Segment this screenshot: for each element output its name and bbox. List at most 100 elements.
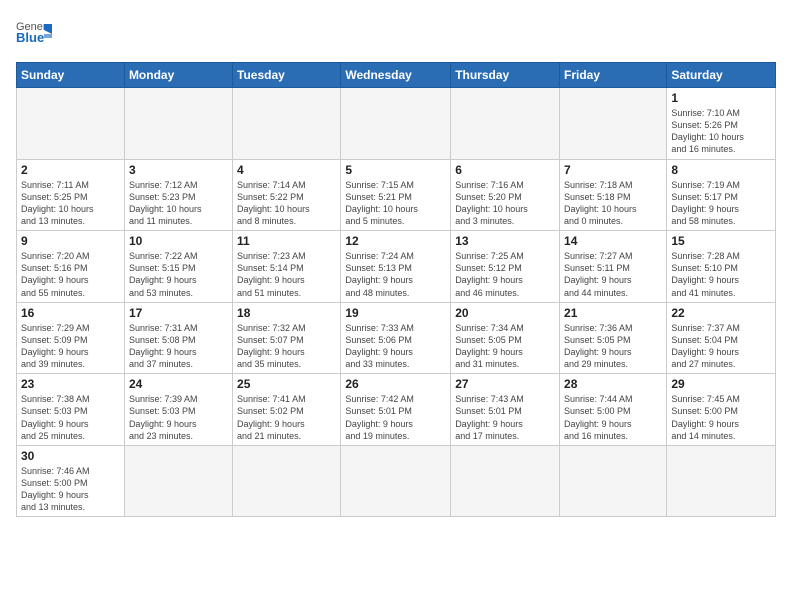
- calendar-cell: [667, 445, 776, 517]
- day-number: 10: [129, 234, 228, 248]
- calendar-cell: 14 Sunrise: 7:27 AM Sunset: 5:11 PM Dayli…: [560, 231, 667, 303]
- day-number: 25: [237, 377, 336, 391]
- day-info: Sunrise: 7:29 AM Sunset: 5:09 PM Dayligh…: [21, 322, 120, 371]
- calendar-cell: 13 Sunrise: 7:25 AM Sunset: 5:12 PM Dayli…: [451, 231, 560, 303]
- day-number: 5: [345, 163, 446, 177]
- weekday-header-saturday: Saturday: [667, 63, 776, 88]
- calendar-cell: [124, 88, 232, 160]
- day-info: Sunrise: 7:10 AM Sunset: 5:26 PM Dayligh…: [671, 107, 771, 156]
- calendar-cell: 29 Sunrise: 7:45 AM Sunset: 5:00 PM Dayli…: [667, 374, 776, 446]
- calendar-cell: 3 Sunrise: 7:12 AM Sunset: 5:23 PM Daylig…: [124, 159, 232, 231]
- weekday-header-sunday: Sunday: [17, 63, 125, 88]
- calendar-cell: 9Sunrise: 7:20 AM Sunset: 5:16 PM Daylig…: [17, 231, 125, 303]
- calendar-cell: 22 Sunrise: 7:37 AM Sunset: 5:04 PM Dayli…: [667, 302, 776, 374]
- day-number: 26: [345, 377, 446, 391]
- day-info: Sunrise: 7:15 AM Sunset: 5:21 PM Dayligh…: [345, 179, 446, 228]
- day-number: 30: [21, 449, 120, 463]
- day-info: Sunrise: 7:28 AM Sunset: 5:10 PM Dayligh…: [671, 250, 771, 299]
- day-number: 22: [671, 306, 771, 320]
- day-number: 20: [455, 306, 555, 320]
- calendar-cell: [17, 88, 125, 160]
- day-number: 2: [21, 163, 120, 177]
- week-row-4: 23 Sunrise: 7:38 AM Sunset: 5:03 PM Dayli…: [17, 374, 776, 446]
- calendar-cell: [451, 88, 560, 160]
- calendar-cell: [560, 88, 667, 160]
- week-row-0: 1Sunrise: 7:10 AM Sunset: 5:26 PM Daylig…: [17, 88, 776, 160]
- day-info: Sunrise: 7:45 AM Sunset: 5:00 PM Dayligh…: [671, 393, 771, 442]
- day-number: 17: [129, 306, 228, 320]
- week-row-3: 16 Sunrise: 7:29 AM Sunset: 5:09 PM Dayli…: [17, 302, 776, 374]
- day-number: 24: [129, 377, 228, 391]
- calendar-cell: 28 Sunrise: 7:44 AM Sunset: 5:00 PM Dayli…: [560, 374, 667, 446]
- calendar-table: SundayMondayTuesdayWednesdayThursdayFrid…: [16, 62, 776, 517]
- week-row-1: 2 Sunrise: 7:11 AM Sunset: 5:25 PM Daylig…: [17, 159, 776, 231]
- calendar-cell: [233, 445, 341, 517]
- weekday-header-thursday: Thursday: [451, 63, 560, 88]
- day-number: 23: [21, 377, 120, 391]
- day-info: Sunrise: 7:22 AM Sunset: 5:15 PM Dayligh…: [129, 250, 228, 299]
- day-number: 19: [345, 306, 446, 320]
- calendar-cell: 7Sunrise: 7:18 AM Sunset: 5:18 PM Daylig…: [560, 159, 667, 231]
- day-info: Sunrise: 7:33 AM Sunset: 5:06 PM Dayligh…: [345, 322, 446, 371]
- day-info: Sunrise: 7:12 AM Sunset: 5:23 PM Dayligh…: [129, 179, 228, 228]
- day-number: 16: [21, 306, 120, 320]
- calendar-cell: 27 Sunrise: 7:43 AM Sunset: 5:01 PM Dayli…: [451, 374, 560, 446]
- day-info: Sunrise: 7:38 AM Sunset: 5:03 PM Dayligh…: [21, 393, 120, 442]
- day-number: 28: [564, 377, 662, 391]
- calendar-cell: 2 Sunrise: 7:11 AM Sunset: 5:25 PM Daylig…: [17, 159, 125, 231]
- weekday-header-friday: Friday: [560, 63, 667, 88]
- calendar-cell: 10 Sunrise: 7:22 AM Sunset: 5:15 PM Dayli…: [124, 231, 232, 303]
- calendar-cell: 12 Sunrise: 7:24 AM Sunset: 5:13 PM Dayli…: [341, 231, 451, 303]
- day-info: Sunrise: 7:18 AM Sunset: 5:18 PM Dayligh…: [564, 179, 662, 228]
- calendar-cell: [233, 88, 341, 160]
- day-info: Sunrise: 7:23 AM Sunset: 5:14 PM Dayligh…: [237, 250, 336, 299]
- day-number: 4: [237, 163, 336, 177]
- day-number: 18: [237, 306, 336, 320]
- calendar-cell: 26 Sunrise: 7:42 AM Sunset: 5:01 PM Dayli…: [341, 374, 451, 446]
- day-info: Sunrise: 7:46 AM Sunset: 5:00 PM Dayligh…: [21, 465, 120, 514]
- day-info: Sunrise: 7:24 AM Sunset: 5:13 PM Dayligh…: [345, 250, 446, 299]
- day-number: 27: [455, 377, 555, 391]
- calendar-cell: 4 Sunrise: 7:14 AM Sunset: 5:22 PM Daylig…: [233, 159, 341, 231]
- calendar-cell: 24 Sunrise: 7:39 AM Sunset: 5:03 PM Dayli…: [124, 374, 232, 446]
- day-info: Sunrise: 7:14 AM Sunset: 5:22 PM Dayligh…: [237, 179, 336, 228]
- calendar-cell: [341, 445, 451, 517]
- calendar-cell: 19 Sunrise: 7:33 AM Sunset: 5:06 PM Dayli…: [341, 302, 451, 374]
- weekday-header-tuesday: Tuesday: [233, 63, 341, 88]
- day-info: Sunrise: 7:16 AM Sunset: 5:20 PM Dayligh…: [455, 179, 555, 228]
- calendar-cell: 18 Sunrise: 7:32 AM Sunset: 5:07 PM Dayli…: [233, 302, 341, 374]
- day-number: 8: [671, 163, 771, 177]
- day-info: Sunrise: 7:34 AM Sunset: 5:05 PM Dayligh…: [455, 322, 555, 371]
- calendar-cell: 17Sunrise: 7:31 AM Sunset: 5:08 PM Dayli…: [124, 302, 232, 374]
- calendar-cell: 5 Sunrise: 7:15 AM Sunset: 5:21 PM Daylig…: [341, 159, 451, 231]
- calendar-cell: 20 Sunrise: 7:34 AM Sunset: 5:05 PM Dayli…: [451, 302, 560, 374]
- calendar-cell: [560, 445, 667, 517]
- calendar-cell: [124, 445, 232, 517]
- day-number: 13: [455, 234, 555, 248]
- day-number: 3: [129, 163, 228, 177]
- calendar-cell: 23 Sunrise: 7:38 AM Sunset: 5:03 PM Dayli…: [17, 374, 125, 446]
- day-info: Sunrise: 7:20 AM Sunset: 5:16 PM Dayligh…: [21, 250, 120, 299]
- weekday-header-row: SundayMondayTuesdayWednesdayThursdayFrid…: [17, 63, 776, 88]
- week-row-2: 9Sunrise: 7:20 AM Sunset: 5:16 PM Daylig…: [17, 231, 776, 303]
- day-number: 11: [237, 234, 336, 248]
- logo: General Blue: [16, 16, 52, 52]
- day-info: Sunrise: 7:37 AM Sunset: 5:04 PM Dayligh…: [671, 322, 771, 371]
- day-number: 29: [671, 377, 771, 391]
- calendar-cell: 1Sunrise: 7:10 AM Sunset: 5:26 PM Daylig…: [667, 88, 776, 160]
- day-info: Sunrise: 7:32 AM Sunset: 5:07 PM Dayligh…: [237, 322, 336, 371]
- day-number: 14: [564, 234, 662, 248]
- calendar-cell: 11 Sunrise: 7:23 AM Sunset: 5:14 PM Dayli…: [233, 231, 341, 303]
- day-number: 6: [455, 163, 555, 177]
- day-info: Sunrise: 7:25 AM Sunset: 5:12 PM Dayligh…: [455, 250, 555, 299]
- day-info: Sunrise: 7:19 AM Sunset: 5:17 PM Dayligh…: [671, 179, 771, 228]
- day-number: 21: [564, 306, 662, 320]
- day-info: Sunrise: 7:27 AM Sunset: 5:11 PM Dayligh…: [564, 250, 662, 299]
- day-number: 12: [345, 234, 446, 248]
- day-info: Sunrise: 7:11 AM Sunset: 5:25 PM Dayligh…: [21, 179, 120, 228]
- day-info: Sunrise: 7:44 AM Sunset: 5:00 PM Dayligh…: [564, 393, 662, 442]
- day-info: Sunrise: 7:43 AM Sunset: 5:01 PM Dayligh…: [455, 393, 555, 442]
- day-info: Sunrise: 7:39 AM Sunset: 5:03 PM Dayligh…: [129, 393, 228, 442]
- day-number: 15: [671, 234, 771, 248]
- day-info: Sunrise: 7:42 AM Sunset: 5:01 PM Dayligh…: [345, 393, 446, 442]
